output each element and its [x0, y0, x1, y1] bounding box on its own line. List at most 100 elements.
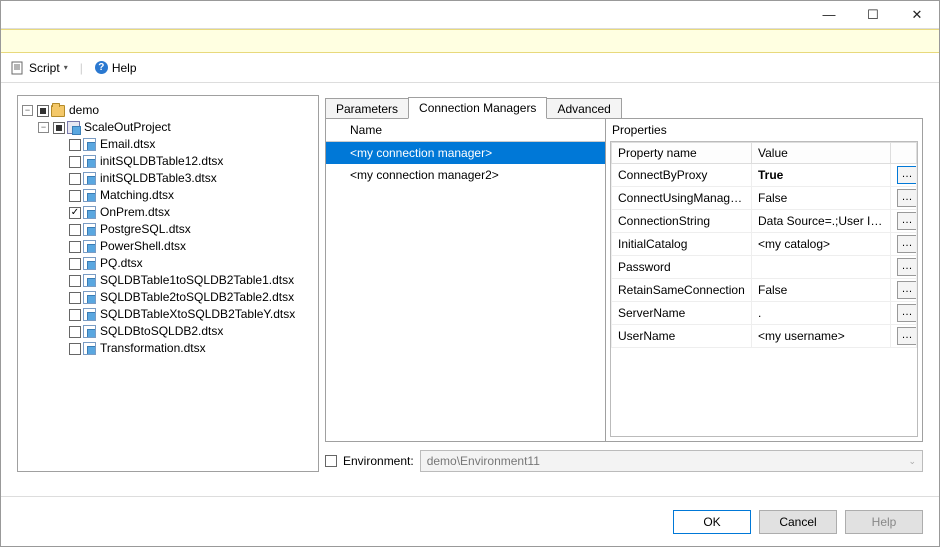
connection-manager-item[interactable]: <my connection manager2> — [326, 164, 605, 186]
ellipsis-button[interactable]: … — [897, 281, 917, 299]
property-row[interactable]: ConnectUsingManagedIdentityFalse… — [612, 187, 917, 210]
maximize-button[interactable]: ☐ — [851, 1, 895, 29]
collapse-icon[interactable]: − — [38, 122, 49, 133]
connection-manager-name: <my connection manager> — [350, 146, 492, 160]
package-checkbox[interactable] — [69, 224, 81, 236]
environment-checkbox[interactable] — [325, 455, 337, 467]
ellipsis-button[interactable]: … — [897, 166, 917, 184]
package-checkbox[interactable]: ✓ — [69, 207, 81, 219]
script-button[interactable]: Script ▾ — [7, 59, 72, 77]
tab-connection-managers[interactable]: Connection Managers — [408, 97, 547, 119]
spacer — [54, 241, 65, 252]
property-value[interactable]: Data Source=.;User ID=... — [752, 210, 891, 233]
package-checkbox[interactable] — [69, 139, 81, 151]
tree-item-package[interactable]: SQLDBTableXtoSQLDB2TableY.dtsx — [54, 306, 314, 323]
property-value[interactable]: . — [752, 302, 891, 325]
ellipsis-button[interactable]: … — [897, 304, 917, 322]
package-checkbox[interactable] — [69, 258, 81, 270]
ellipsis-button[interactable]: … — [897, 212, 917, 230]
property-row[interactable]: InitialCatalog<my catalog>… — [612, 233, 917, 256]
help-label: Help — [112, 61, 137, 75]
package-icon — [83, 223, 96, 236]
package-label: PostgreSQL.dtsx — [98, 221, 193, 238]
ellipsis-button[interactable]: … — [897, 258, 917, 276]
checkbox-indeterminate[interactable] — [53, 122, 65, 134]
tree-item-package[interactable]: Email.dtsx — [54, 136, 314, 153]
package-checkbox[interactable] — [69, 156, 81, 168]
spacer — [54, 173, 65, 184]
package-checkbox[interactable] — [69, 343, 81, 355]
package-icon — [83, 206, 96, 219]
tree-item-package[interactable]: initSQLDBTable3.dtsx — [54, 170, 314, 187]
property-row[interactable]: ServerName.… — [612, 302, 917, 325]
chevron-down-icon: ▾ — [64, 63, 68, 72]
property-row[interactable]: ConnectionStringData Source=.;User ID=..… — [612, 210, 917, 233]
help-button-footer[interactable]: Help — [845, 510, 923, 534]
cm-header-name: Name — [326, 119, 605, 142]
property-value[interactable]: True — [752, 164, 891, 187]
checkbox-indeterminate[interactable] — [37, 105, 49, 117]
spacer — [54, 326, 65, 337]
tree-item-package[interactable]: SQLDBTable2toSQLDB2Table2.dtsx — [54, 289, 314, 306]
property-edit-cell: … — [891, 325, 917, 348]
property-row[interactable]: Password … — [612, 256, 917, 279]
ok-button[interactable]: OK — [673, 510, 751, 534]
property-value[interactable]: False — [752, 187, 891, 210]
property-name: Password — [612, 256, 752, 279]
tree-item-package[interactable]: SQLDBTable1toSQLDB2Table1.dtsx — [54, 272, 314, 289]
tree-item-package[interactable]: ✓OnPrem.dtsx — [54, 204, 314, 221]
package-icon — [83, 189, 96, 202]
ellipsis-button[interactable]: … — [897, 235, 917, 253]
package-checkbox[interactable] — [69, 309, 81, 321]
properties-grid[interactable]: Property name Value ConnectByProxyTrue…C… — [610, 141, 918, 437]
property-edit-cell: … — [891, 302, 917, 325]
minimize-button[interactable]: — — [807, 1, 851, 29]
property-value[interactable]: False — [752, 279, 891, 302]
cancel-button[interactable]: Cancel — [759, 510, 837, 534]
property-row[interactable]: ConnectByProxyTrue… — [612, 164, 917, 187]
property-value[interactable]: <my username> — [752, 325, 891, 348]
col-value[interactable]: Value — [752, 143, 891, 164]
package-tree[interactable]: − demo − ScaleOutProject Email.dtsxinitS… — [17, 95, 319, 472]
property-name: UserName — [612, 325, 752, 348]
tab-advanced[interactable]: Advanced — [546, 98, 621, 119]
connection-manager-item[interactable]: <my connection manager> — [326, 142, 605, 164]
property-name: RetainSameConnection — [612, 279, 752, 302]
tree-item-package[interactable]: PowerShell.dtsx — [54, 238, 314, 255]
tree-item-package[interactable]: Matching.dtsx — [54, 187, 314, 204]
tree-root-label: demo — [67, 102, 101, 119]
package-checkbox[interactable] — [69, 275, 81, 287]
package-checkbox[interactable] — [69, 241, 81, 253]
package-icon — [83, 342, 96, 355]
ellipsis-button[interactable]: … — [897, 327, 917, 345]
spacer — [54, 156, 65, 167]
tree-item-package[interactable]: SQLDBtoSQLDB2.dtsx — [54, 323, 314, 340]
tree-item-package[interactable]: PQ.dtsx — [54, 255, 314, 272]
property-value[interactable] — [752, 256, 891, 279]
package-checkbox[interactable] — [69, 292, 81, 304]
tree-item-package[interactable]: Transformation.dtsx — [54, 340, 314, 357]
dialog-footer: OK Cancel Help — [1, 496, 939, 546]
package-checkbox[interactable] — [69, 173, 81, 185]
package-label: initSQLDBTable12.dtsx — [98, 153, 225, 170]
tab-parameters[interactable]: Parameters — [325, 98, 409, 119]
tree-project[interactable]: − ScaleOutProject — [38, 119, 314, 136]
environment-value: demo\Environment11 — [427, 454, 540, 468]
close-button[interactable]: ✕ — [895, 1, 939, 29]
collapse-icon[interactable]: − — [22, 105, 33, 116]
package-checkbox[interactable] — [69, 190, 81, 202]
ellipsis-button[interactable]: … — [897, 189, 917, 207]
tree-item-package[interactable]: initSQLDBTable12.dtsx — [54, 153, 314, 170]
help-button[interactable]: ? Help — [91, 59, 141, 77]
connection-manager-name: <my connection manager2> — [350, 168, 499, 182]
connection-manager-list: Name <my connection manager> <my connecti… — [326, 119, 606, 441]
tree-root-demo[interactable]: − demo — [22, 102, 314, 119]
tree-item-package[interactable]: PostgreSQL.dtsx — [54, 221, 314, 238]
property-row[interactable]: UserName<my username> … — [612, 325, 917, 348]
property-row[interactable]: RetainSameConnectionFalse … — [612, 279, 917, 302]
package-icon — [83, 308, 96, 321]
col-property-name[interactable]: Property name — [612, 143, 752, 164]
environment-dropdown[interactable]: demo\Environment11 ⌄ — [420, 450, 923, 472]
property-value[interactable]: <my catalog> — [752, 233, 891, 256]
package-checkbox[interactable] — [69, 326, 81, 338]
